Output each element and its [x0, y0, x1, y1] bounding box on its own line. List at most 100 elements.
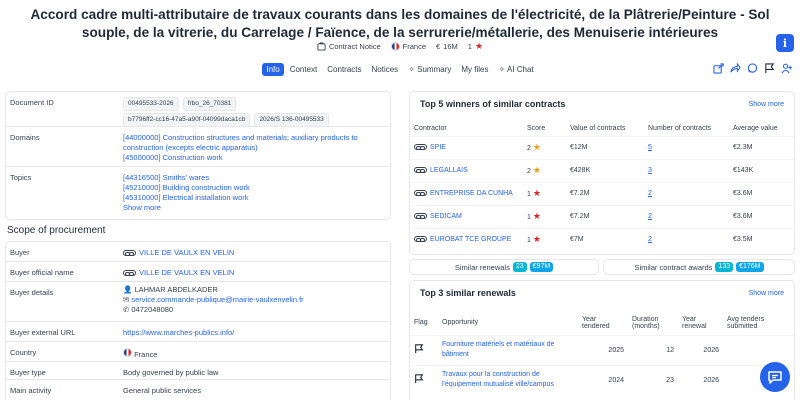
topic-link[interactable]: [45310000] Electrical installation work [123, 193, 386, 203]
avg-cell: €3.5M [729, 227, 794, 251]
contractor-link[interactable]: SPIE [430, 144, 446, 151]
duration-cell: 12 [628, 334, 678, 365]
tab-summary[interactable]: ✧ Summary [404, 63, 455, 76]
count-link[interactable]: 2 [648, 213, 652, 220]
topics-show-more[interactable]: Show more [123, 203, 386, 213]
count-link[interactable]: 3 [648, 167, 652, 174]
score-value: 1 [527, 237, 531, 245]
count-link[interactable]: 2 [648, 190, 652, 197]
country-row: Country France [6, 342, 390, 362]
opportunity-link[interactable]: Fourniture matériels et matériaux de bât… [442, 341, 554, 358]
contact-email[interactable]: service.commande-publique@mairie-vaulxen… [131, 295, 303, 304]
france-flag-icon [123, 348, 132, 357]
renewals-title: Top 3 similar renewals [420, 288, 516, 298]
col-opportunity: Opportunity [442, 319, 479, 327]
document-icon [317, 42, 326, 51]
opportunity-link[interactable]: Travaux pour la construction de l'équipe… [442, 371, 554, 388]
comment-icon[interactable] [747, 63, 758, 74]
tab-ai-chat[interactable]: ✧ AI Chat [494, 63, 537, 76]
document-id-label: Document ID [10, 98, 54, 107]
user-add-icon[interactable] [781, 63, 792, 74]
similar-awards-label: Similar contract awards [634, 262, 713, 272]
tab-notices[interactable]: Notices [368, 63, 403, 76]
flag-icon[interactable] [764, 63, 775, 74]
winners-show-more[interactable]: Show more [749, 101, 784, 108]
star-icon: ★ [532, 234, 541, 245]
domain-link[interactable]: [45000000] Construction work [123, 153, 386, 163]
buyer-url-label: Buyer external URL [10, 328, 76, 337]
avg-cell: €3.6M [729, 181, 794, 205]
col-contractor: Contractor [414, 125, 447, 133]
avg-cell: €143K [729, 158, 794, 182]
tab-my-files[interactable]: My files [457, 63, 492, 76]
star-icon: ★ [532, 142, 541, 152]
similar-renewals-pill[interactable]: Similar renewals 23 €97M [409, 259, 599, 275]
contractor-cell: ENTREPRISE DA CUNHA [410, 181, 523, 205]
notice-country: France [390, 42, 426, 51]
external-link-icon[interactable] [713, 63, 724, 74]
contractor-link[interactable]: ENTREPRISE DA CUNHA [430, 190, 513, 197]
score-cell: 1 ★ [523, 204, 566, 228]
topic-link[interactable]: [44316500] Smiths' wares [123, 173, 386, 183]
share-icon[interactable] [730, 63, 741, 74]
notice-rank: 1 ★ [467, 41, 484, 52]
count-cell: 2 [644, 181, 729, 205]
domain-link[interactable]: [44000000] Construction structures and m… [123, 133, 386, 153]
avg-cell: €3.6M [729, 204, 794, 228]
contact-phone: 0472048080 [131, 305, 174, 314]
buyer-row: Buyer VILLE DE VAULX EN VELIN [6, 242, 390, 262]
buyer-url-link[interactable]: https://www.marches-publics.info/ [123, 328, 234, 337]
organization-icon [123, 270, 136, 277]
renewals-header: Top 3 similar renewals Show more [410, 281, 794, 305]
avg-cell: €2.3M [729, 135, 794, 159]
renewal-cell: 2026 [678, 364, 723, 395]
domains-label: Domains [10, 133, 40, 142]
phone-icon: ✆ [123, 305, 130, 314]
star-icon: ★ [532, 188, 541, 198]
opportunity-cell: Fourniture matériels et matériaux de bât… [438, 334, 578, 365]
count-link[interactable]: 2 [648, 236, 652, 243]
renewal-cell: 2026 [678, 334, 723, 365]
contractor-cell: SEDICAM [410, 204, 523, 228]
table-row: SEDICAM 1 ★ €7.2M 2 €3.6M [410, 204, 794, 228]
tab-info[interactable]: Info [262, 63, 284, 76]
flag-icon[interactable] [414, 344, 424, 354]
tab-context[interactable]: Context [286, 63, 322, 76]
buyer-url-row: Buyer external URL https://www.marches-p… [6, 322, 390, 342]
value-cell: €7M [566, 227, 644, 251]
score-value: 2 [527, 145, 531, 152]
winners-table: Contractor Score Value of contracts Numb… [410, 122, 794, 251]
info-button[interactable]: i [776, 34, 794, 52]
organization-icon [414, 213, 427, 220]
table-row: SPIE 2 ★ €12M 5 €2.3M [410, 135, 794, 159]
action-bar [713, 63, 792, 74]
document-id-row: Document ID 00495533-2026 frbo_26_70381 … [6, 92, 390, 127]
buyer-type-row: Buyer type Body governed by public law [6, 362, 390, 380]
score-value: 1 [527, 214, 531, 221]
main-activity-row: Main activity General public services [6, 380, 390, 400]
details-card: Document ID 00495533-2026 frbo_26_70381 … [5, 91, 391, 220]
buyer-type-label: Buyer type [10, 368, 46, 377]
flag-icon[interactable] [414, 374, 424, 384]
buyer-official-link[interactable]: VILLE DE VAULX EN VELIN [139, 268, 234, 277]
score-value: 2 [527, 168, 531, 175]
buyer-link[interactable]: VILLE DE VAULX EN VELIN [139, 248, 234, 257]
col-year-renewal: Year renewal [682, 315, 707, 330]
topic-link[interactable]: [45210000] Building construction work [123, 183, 386, 193]
chat-button[interactable] [760, 362, 790, 392]
col-average: Average value [733, 125, 778, 133]
chat-icon [768, 371, 782, 384]
scope-card: Buyer VILLE DE VAULX EN VELIN Buyer offi… [5, 241, 391, 400]
renewals-show-more[interactable]: Show more [749, 290, 784, 297]
contractor-link[interactable]: SEDICAM [430, 213, 462, 220]
contractor-link[interactable]: EUROBAT TCE GROUPE [430, 236, 511, 243]
similar-awards-pill[interactable]: Similar contract awards 133 €176M [603, 259, 795, 275]
col-year-tendered: Year tendered [582, 315, 610, 330]
buyer-official-row: Buyer official name VILLE DE VAULX EN VE… [6, 262, 390, 282]
contractor-link[interactable]: LEGALLAIS [430, 167, 468, 174]
tab-contracts[interactable]: Contracts [323, 63, 365, 76]
count-link[interactable]: 5 [648, 144, 652, 151]
winners-title: Top 5 winners of similar contracts [420, 99, 566, 109]
avg-tenders-cell [723, 334, 794, 365]
organization-icon [414, 236, 427, 243]
